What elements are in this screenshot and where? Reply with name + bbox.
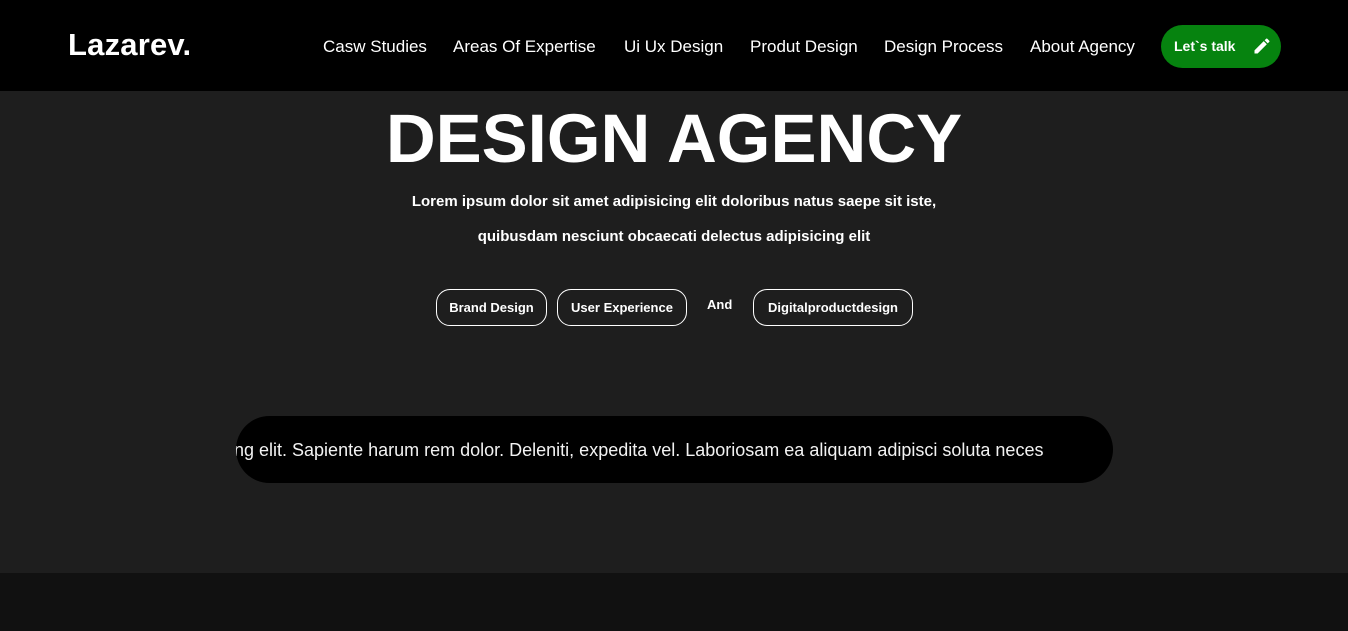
- hero-section: DESIGN AGENCY Lorem ipsum dolor sit amet…: [0, 91, 1348, 573]
- nav-link-case-studies[interactable]: Casw Studies: [323, 36, 427, 58]
- marquee-text: ng elit. Sapiente harum rem dolor. Delen…: [236, 440, 1044, 460]
- nav-link-areas-of-expertise[interactable]: Areas Of Expertise: [453, 36, 596, 58]
- nav-link-about-agency[interactable]: About Agency: [1030, 36, 1135, 58]
- nav-link-design-process[interactable]: Design Process: [884, 36, 1003, 58]
- tag-brand-design[interactable]: Brand Design: [436, 289, 547, 326]
- service-tags: Brand Design User Experience And Digital…: [0, 289, 1348, 326]
- site-header: Lazarev. Casw Studies Areas Of Expertise…: [0, 0, 1348, 91]
- nav-link-product-design[interactable]: Produt Design: [750, 36, 858, 58]
- main-nav: Casw Studies Areas Of Expertise Ui Ux De…: [0, 36, 1348, 58]
- lets-talk-button[interactable]: Let`s talk: [1161, 25, 1281, 68]
- hero-title: DESIGN AGENCY: [385, 100, 963, 177]
- tag-user-experience[interactable]: User Experience: [557, 289, 687, 326]
- tag-connector: And: [707, 297, 733, 312]
- scrolling-marquee: ng elit. Sapiente harum rem dolor. Delen…: [236, 416, 1113, 483]
- next-section-band: [0, 573, 1348, 631]
- pencil-icon: [1254, 38, 1270, 54]
- hero-subtitle-line-2: quibusdam nesciunt obcaecati delectus ad…: [477, 228, 871, 245]
- lets-talk-label: Let`s talk: [1174, 38, 1236, 54]
- nav-link-ui-ux-design[interactable]: Ui Ux Design: [624, 36, 723, 58]
- tag-digital-product-design[interactable]: Digitalproductdesign: [753, 289, 913, 326]
- hero-subtitle-line-1: Lorem ipsum dolor sit amet adipisicing e…: [411, 193, 937, 210]
